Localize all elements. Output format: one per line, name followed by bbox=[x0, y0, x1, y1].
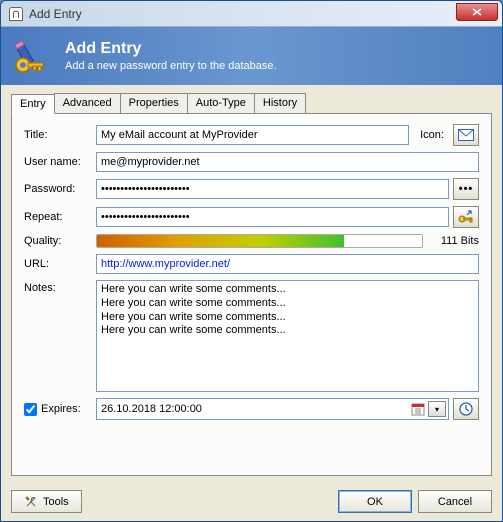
header-subtitle: Add a new password entry to the database… bbox=[65, 60, 277, 72]
chevron-down-icon: ▾ bbox=[435, 405, 439, 414]
title-input[interactable] bbox=[96, 125, 409, 145]
titlebar: Add Entry bbox=[1, 1, 502, 27]
header-title: Add Entry bbox=[65, 40, 277, 58]
add-entry-window: Add Entry bbox=[0, 0, 503, 522]
url-input[interactable] bbox=[96, 254, 479, 274]
tab-entry[interactable]: Entry bbox=[11, 94, 55, 114]
ok-label: OK bbox=[367, 496, 383, 508]
tools-label: Tools bbox=[43, 496, 69, 508]
calendar-icon bbox=[411, 402, 425, 416]
quality-bits: 111 Bits bbox=[423, 235, 479, 247]
quality-label: Quality: bbox=[24, 235, 96, 247]
header-banner: Add Entry Add a new password entry to th… bbox=[1, 27, 502, 85]
tools-icon bbox=[24, 495, 38, 509]
envelope-icon bbox=[458, 129, 474, 141]
tab-advanced[interactable]: Advanced bbox=[54, 93, 121, 113]
notes-input[interactable] bbox=[96, 280, 479, 392]
expires-datetime-input[interactable]: 26.10.2018 12:00:00 ▾ bbox=[96, 398, 449, 420]
tab-history[interactable]: History bbox=[254, 93, 306, 113]
clock-icon bbox=[459, 402, 473, 416]
username-label: User name: bbox=[24, 156, 96, 168]
entry-panel: Title: Icon: User name: Password: ••• Re… bbox=[11, 113, 492, 476]
tab-strip: Entry Advanced Properties Auto-Type Hist… bbox=[11, 93, 492, 113]
ok-button[interactable]: OK bbox=[338, 490, 412, 513]
cancel-label: Cancel bbox=[438, 496, 472, 508]
repeat-label: Repeat: bbox=[24, 211, 96, 223]
lock-icon bbox=[9, 7, 23, 21]
expires-label: Expires: bbox=[41, 403, 81, 415]
generate-password-button[interactable] bbox=[453, 206, 479, 228]
tab-autotype[interactable]: Auto-Type bbox=[187, 93, 255, 113]
bottom-bar: Tools OK Cancel bbox=[11, 490, 492, 513]
url-label: URL: bbox=[24, 258, 96, 270]
show-password-button[interactable]: ••• bbox=[453, 178, 479, 200]
password-label: Password: bbox=[24, 183, 96, 195]
cancel-button[interactable]: Cancel bbox=[418, 490, 492, 513]
dots-icon: ••• bbox=[459, 183, 474, 195]
icon-label: Icon: bbox=[415, 129, 449, 141]
tab-properties[interactable]: Properties bbox=[120, 93, 188, 113]
repeat-input[interactable] bbox=[96, 207, 449, 227]
key-pencil-icon bbox=[13, 35, 55, 77]
notes-label: Notes: bbox=[24, 280, 96, 294]
password-input[interactable] bbox=[96, 179, 449, 199]
key-gen-icon bbox=[458, 210, 474, 224]
tools-button[interactable]: Tools bbox=[11, 490, 82, 513]
quality-meter-fill bbox=[97, 235, 344, 247]
icon-picker-button[interactable] bbox=[453, 124, 479, 146]
window-title: Add Entry bbox=[29, 7, 82, 21]
username-input[interactable] bbox=[96, 152, 479, 172]
expires-preset-button[interactable] bbox=[453, 398, 479, 420]
expires-value: 26.10.2018 12:00:00 bbox=[101, 403, 411, 415]
date-dropdown-button[interactable]: ▾ bbox=[428, 401, 446, 417]
close-button[interactable] bbox=[456, 3, 498, 21]
expires-checkbox[interactable] bbox=[24, 403, 37, 416]
title-label: Title: bbox=[24, 129, 96, 141]
close-icon bbox=[472, 8, 482, 16]
quality-meter bbox=[96, 234, 423, 248]
